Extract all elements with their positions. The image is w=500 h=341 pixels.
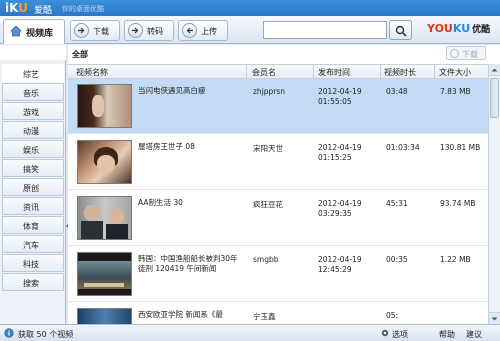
info-icon bbox=[4, 328, 14, 338]
video-thumbnail[interactable] bbox=[77, 84, 132, 128]
youku-brand-logo: YOUKU 优酷 bbox=[427, 22, 491, 35]
title-bar: iKU 爱酷 你的桌面优酷 bbox=[0, 0, 500, 16]
sidebar-item-tech[interactable]: 科技 bbox=[2, 254, 64, 272]
column-divider[interactable] bbox=[313, 65, 314, 79]
table-header: 视频名称 会员名 发布时间 视频时长 文件大小 bbox=[68, 64, 488, 79]
video-title: 屋塔房王世子 08 bbox=[138, 142, 195, 151]
table-row[interactable]: 屋塔房王世子 08 宋阳天世 2012-04-19 01:15:25 01:03:… bbox=[68, 135, 488, 190]
video-count-text: 获取 50 个视频 bbox=[18, 330, 74, 339]
video-title: 韩国：中国渔船船长被判30年徒刑 120419 午间新闻 bbox=[138, 254, 238, 273]
video-member: 疯狂豆花 bbox=[253, 200, 283, 209]
column-divider[interactable] bbox=[434, 65, 435, 79]
video-size: 93.74 MB bbox=[440, 199, 476, 208]
sidebar-item-search[interactable]: 搜索 bbox=[2, 273, 64, 291]
video-publish-time: 2012-04-19 01:15:25 bbox=[318, 143, 362, 162]
sidebar-item-music[interactable]: 音乐 bbox=[2, 83, 64, 101]
video-thumbnail[interactable] bbox=[77, 252, 132, 296]
table-row[interactable]: AA制生活 30 疯狂豆花 2012-04-19 03:29:35 45:31 9… bbox=[68, 191, 488, 246]
home-icon bbox=[10, 25, 22, 37]
upload-icon bbox=[182, 23, 197, 38]
app-slogan: 你的桌面优酷 bbox=[62, 5, 104, 13]
video-table-body: 当闪电侠遇见高白瘦 zhjpprsn 2012-04-19 01:55:05 03… bbox=[68, 79, 488, 324]
video-member: 宋阳天世 bbox=[253, 144, 283, 153]
sidebar-item-variety[interactable]: 综艺 bbox=[2, 64, 64, 82]
sidebar-item-games[interactable]: 游戏 bbox=[2, 102, 64, 120]
sidebar-item-original[interactable]: 原创 bbox=[2, 178, 64, 196]
sidebar-item-sports[interactable]: 体育 bbox=[2, 216, 64, 234]
video-thumbnail[interactable] bbox=[77, 140, 132, 184]
toolbar: 视频库 下载 转码 上传 YOUKU 优酷 bbox=[0, 16, 500, 44]
category-sidebar: 综艺 音乐 游戏 动漫 娱乐 搞笑 原创 资讯 体育 汽车 科技 搜索 bbox=[0, 45, 70, 324]
table-row[interactable]: 当闪电侠遇见高白瘦 zhjpprsn 2012-04-19 01:55:05 03… bbox=[68, 79, 488, 134]
download-icon bbox=[450, 49, 459, 58]
table-row[interactable]: 韩国：中国渔船船长被判30年徒刑 120419 午间新闻 smgbb 2012-… bbox=[68, 247, 488, 302]
download-button[interactable]: 下载 bbox=[70, 20, 120, 41]
options-link[interactable]: 选项 bbox=[392, 329, 408, 340]
column-publish-time[interactable]: 发布时间 bbox=[318, 67, 350, 78]
sidebar-item-entertainment[interactable]: 娱乐 bbox=[2, 140, 64, 158]
video-title: 西安欧亚学院 新闻系《最 bbox=[138, 310, 223, 319]
video-duration: 45:31 bbox=[386, 199, 408, 208]
transcode-button-label: 转码 bbox=[147, 27, 163, 36]
download-selected-label: 下载 bbox=[462, 50, 478, 59]
column-video-name[interactable]: 视频名称 bbox=[76, 67, 108, 78]
status-bar: 获取 50 个视频 选项 帮助 建议 bbox=[0, 324, 500, 341]
video-member: 宁玉鑫 bbox=[253, 312, 276, 321]
vertical-scrollbar[interactable] bbox=[488, 64, 500, 324]
video-size: 7.83 MB bbox=[440, 87, 471, 96]
video-thumbnail[interactable] bbox=[77, 308, 132, 324]
download-selected-button[interactable]: 下载 bbox=[446, 46, 486, 60]
column-member[interactable]: 会员名 bbox=[252, 67, 276, 78]
transcode-button[interactable]: 转码 bbox=[124, 20, 174, 41]
sidebar-item-news[interactable]: 资讯 bbox=[2, 197, 64, 215]
video-size: 130.81 MB bbox=[440, 143, 481, 152]
video-publish-time: 2012-04-19 12:45:29 bbox=[318, 255, 362, 274]
video-duration: 00:35 bbox=[386, 255, 408, 264]
upload-button[interactable]: 上传 bbox=[178, 20, 228, 41]
video-duration: 01:03:34 bbox=[386, 143, 420, 152]
chevron-up-icon bbox=[491, 68, 498, 72]
video-size: 1.22 MB bbox=[440, 255, 471, 264]
help-link[interactable]: 帮助 bbox=[439, 329, 455, 340]
download-icon bbox=[74, 23, 89, 38]
scroll-down-button[interactable] bbox=[489, 312, 500, 324]
scroll-thumb[interactable] bbox=[490, 78, 499, 118]
suggest-link[interactable]: 建议 bbox=[466, 329, 482, 340]
download-button-label: 下载 bbox=[93, 27, 109, 36]
column-divider[interactable] bbox=[246, 65, 247, 79]
sidebar-header bbox=[0, 45, 66, 60]
column-file-size[interactable]: 文件大小 bbox=[439, 67, 471, 78]
table-row[interactable]: 西安欧亚学院 新闻系《最 宁玉鑫 05: bbox=[68, 303, 488, 324]
video-title: AA制生活 30 bbox=[138, 198, 183, 207]
video-list-panel: 全部 下载 视频名称 会员名 发布时间 视频时长 文件大小 当闪电侠遇见高白瘦 … bbox=[68, 45, 500, 324]
video-member: zhjpprsn bbox=[253, 87, 286, 96]
gear-icon[interactable] bbox=[380, 328, 390, 338]
tab-video-library[interactable]: 视频库 bbox=[3, 19, 65, 44]
video-publish-time: 2012-04-19 01:55:05 bbox=[318, 87, 362, 106]
video-publish-time: 2012-04-19 03:29:35 bbox=[318, 199, 362, 218]
video-title: 当闪电侠遇见高白瘦 bbox=[138, 86, 206, 95]
scroll-up-button[interactable] bbox=[489, 64, 500, 76]
search-icon bbox=[395, 25, 407, 37]
video-duration: 03:48 bbox=[386, 87, 408, 96]
video-thumbnail[interactable] bbox=[77, 196, 132, 240]
tab-video-library-label: 视频库 bbox=[26, 29, 54, 39]
upload-button-label: 上传 bbox=[201, 27, 217, 36]
sidebar-item-anime[interactable]: 动漫 bbox=[2, 121, 64, 139]
column-duration[interactable]: 视频时长 bbox=[384, 67, 416, 78]
list-title: 全部 bbox=[72, 50, 88, 59]
sidebar-item-auto[interactable]: 汽车 bbox=[2, 235, 64, 253]
transcode-icon bbox=[128, 23, 143, 38]
video-member: smgbb bbox=[253, 255, 279, 264]
app-name: 爱酷 bbox=[34, 6, 53, 16]
column-divider[interactable] bbox=[380, 65, 381, 79]
sidebar-item-funny[interactable]: 搞笑 bbox=[2, 159, 64, 177]
video-duration: 05: bbox=[386, 311, 399, 320]
search-button[interactable] bbox=[389, 20, 412, 40]
search-input[interactable] bbox=[263, 21, 387, 39]
iku-logo: iKU bbox=[5, 1, 28, 15]
